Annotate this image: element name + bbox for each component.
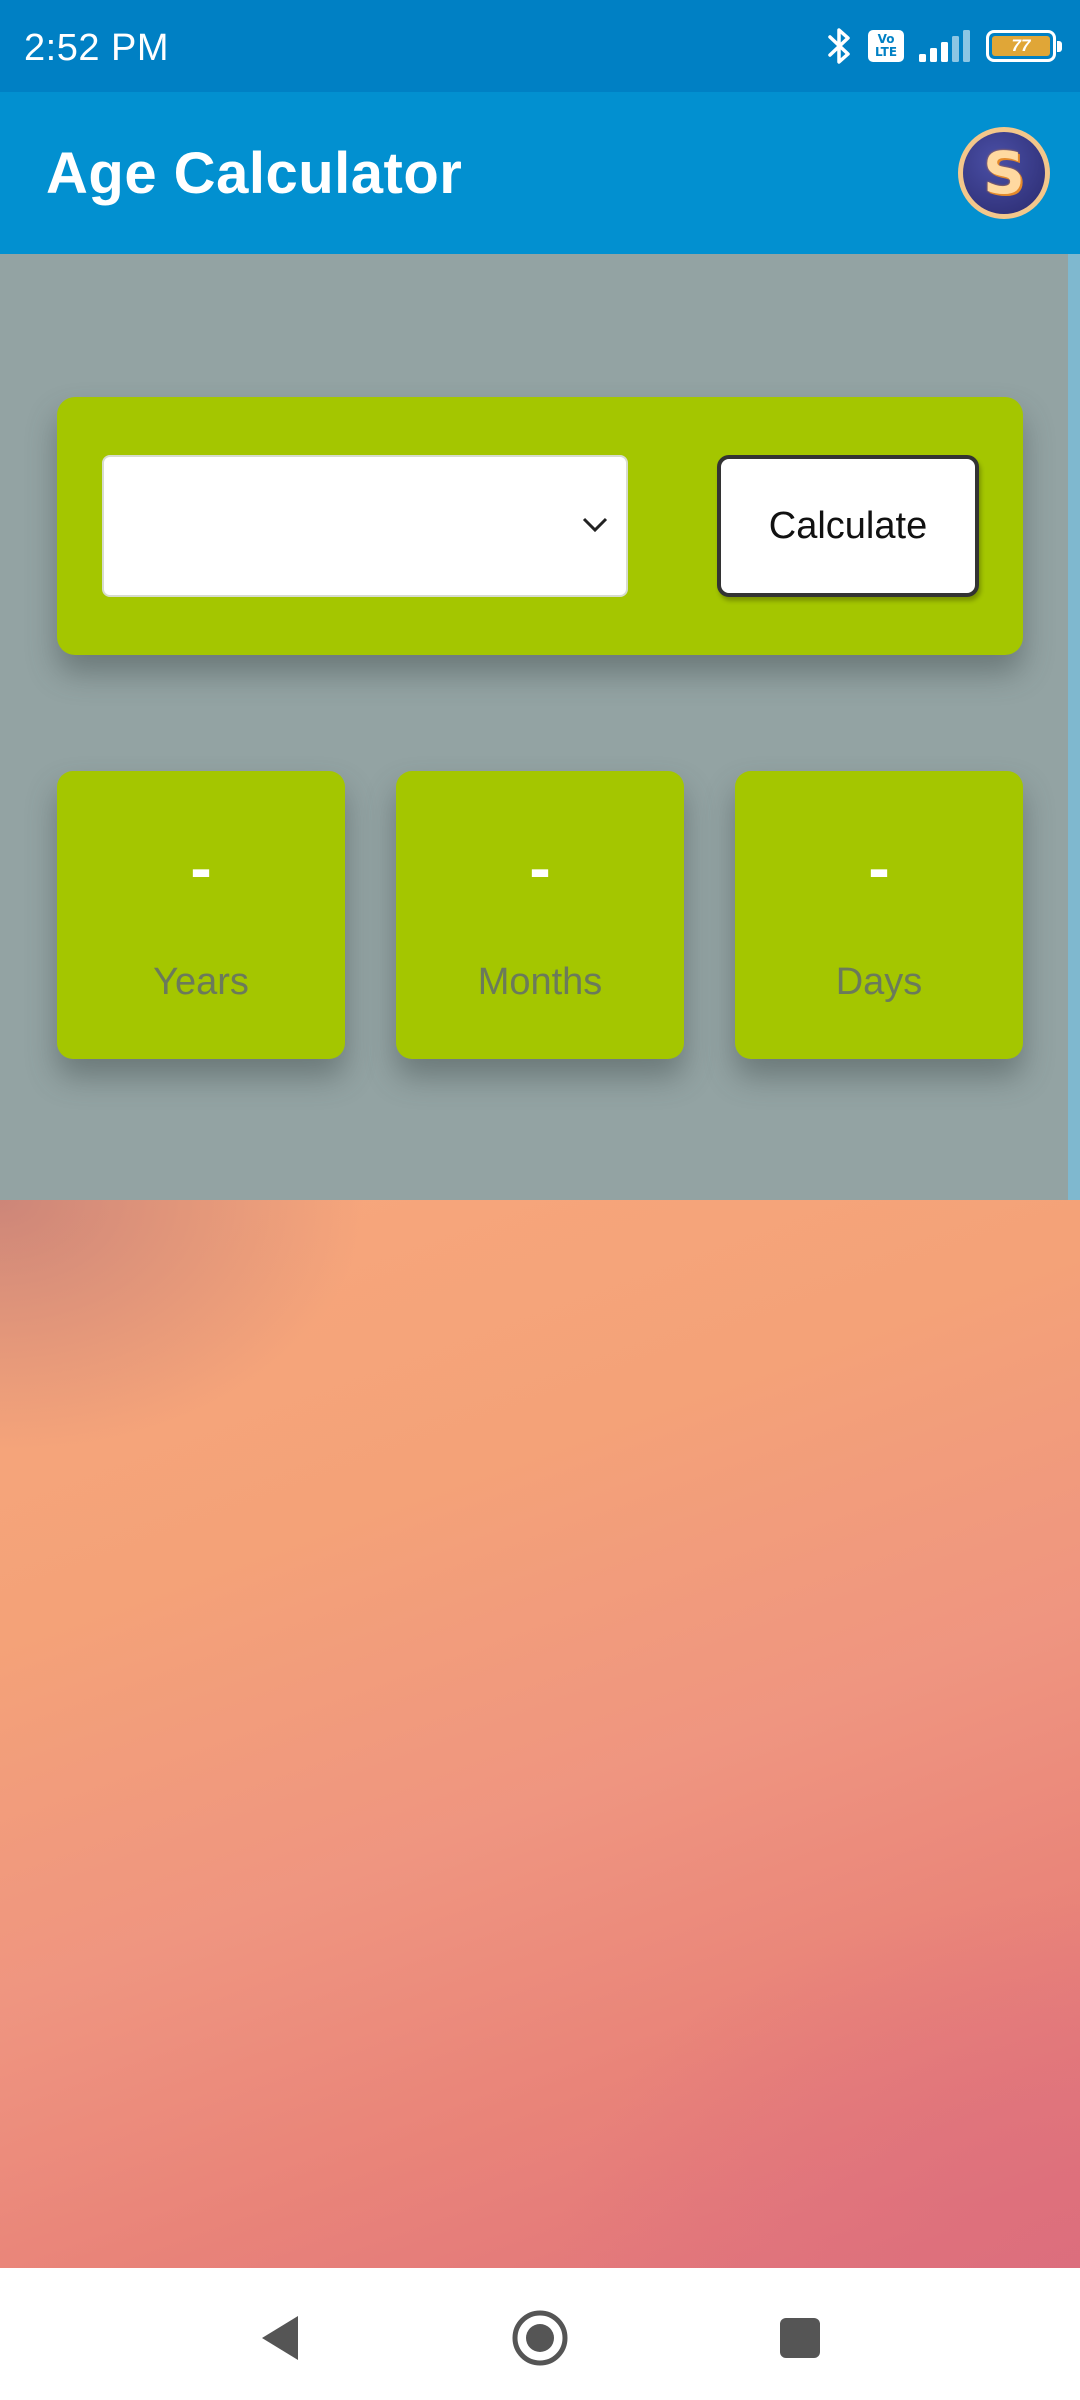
months-label: Months [477, 961, 603, 1003]
screen: 2:52 PM Vo LTE 77 Age Calculator S Calcu… [0, 0, 1080, 2400]
avatar-letter: S [963, 132, 1045, 214]
avatar[interactable]: S [958, 127, 1050, 219]
navigation-bar [0, 2268, 1080, 2400]
input-card: Calculate [57, 397, 1023, 655]
days-card: - Days [735, 771, 1023, 1059]
years-value: - [190, 832, 212, 904]
calculate-button[interactable]: Calculate [717, 455, 979, 597]
signal-icon [918, 30, 972, 62]
months-card: - Months [396, 771, 684, 1059]
panel-edge [1068, 254, 1080, 1200]
status-bar: 2:52 PM Vo LTE 77 [0, 0, 1080, 92]
bluetooth-icon [826, 26, 854, 66]
battery-icon: 77 [986, 30, 1062, 62]
status-icons: Vo LTE 77 [826, 26, 1062, 66]
days-value: - [868, 832, 890, 904]
days-label: Days [835, 961, 923, 1003]
recents-icon[interactable] [770, 2308, 830, 2368]
app-bar: Age Calculator S [0, 92, 1080, 254]
back-icon[interactable] [250, 2308, 310, 2368]
home-icon[interactable] [510, 2308, 570, 2368]
months-value: - [529, 832, 551, 904]
years-card: - Years [57, 771, 345, 1059]
battery-level: 77 [992, 36, 1050, 56]
volte-text-bottom: LTE [874, 45, 898, 59]
background-gradient [0, 1200, 1080, 2268]
volte-icon: Vo LTE [868, 30, 904, 62]
chevron-down-icon [582, 517, 608, 533]
page-title: Age Calculator [46, 140, 463, 206]
status-time: 2:52 PM [24, 26, 170, 69]
date-dropdown[interactable] [102, 455, 628, 597]
years-label: Years [153, 961, 249, 1003]
main-panel: Calculate - Years - Months - Days [0, 254, 1080, 1200]
